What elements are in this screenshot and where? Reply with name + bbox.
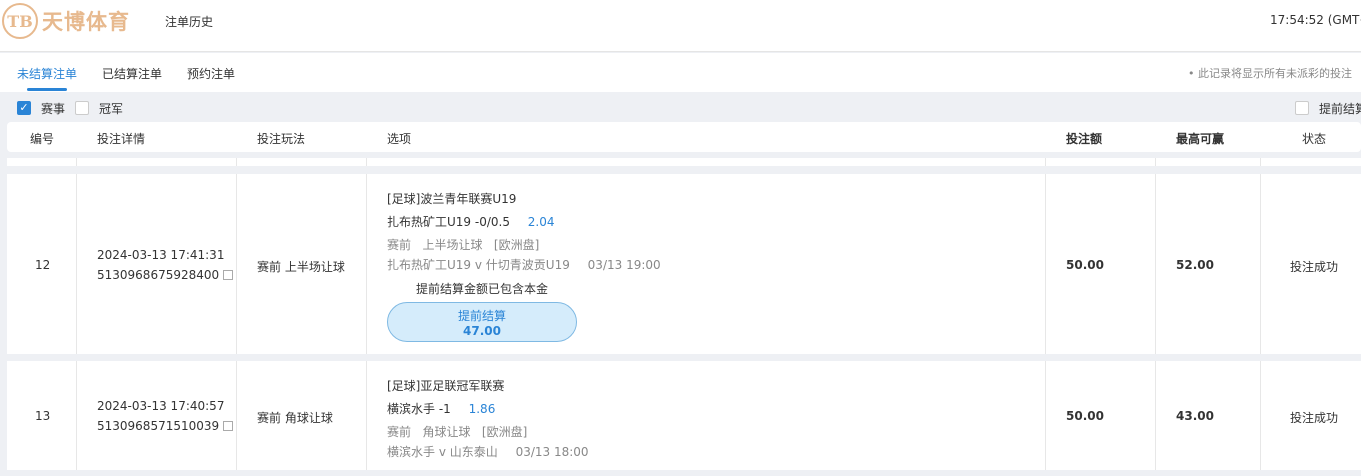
stake: 50.00 bbox=[1066, 258, 1104, 272]
stake: 50.00 bbox=[1066, 409, 1104, 423]
col-detail: 投注详情 bbox=[97, 132, 146, 146]
selection: 横滨水手 -1 1.86 bbox=[387, 400, 495, 417]
cashout-note: 提前结算金额已包含本金 bbox=[416, 282, 549, 296]
league-name: [足球]波兰青年联赛U19 bbox=[387, 192, 517, 206]
selection: 扎布热矿工U19 -0/0.5 2.04 bbox=[387, 213, 555, 230]
league-name: [足球]亚足联冠军联赛 bbox=[387, 379, 505, 393]
market-info: 赛前 角球让球 [欧洲盘] bbox=[387, 425, 528, 439]
table-row: 12 2024-03-13 17:41:31 5130968675928400 … bbox=[7, 174, 1361, 354]
col-no: 编号 bbox=[30, 132, 55, 146]
tab-unsettled[interactable]: 未结算注单 bbox=[17, 65, 77, 82]
table-row: 13 2024-03-13 17:40:57 5130968571510039 … bbox=[7, 361, 1361, 470]
bet-ticket: 5130968675928400 bbox=[97, 267, 234, 282]
match-time: 03/13 19:00 bbox=[587, 258, 661, 272]
selection-text: 横滨水手 -1 bbox=[387, 402, 451, 416]
ticket-id: 5130968571510039 bbox=[97, 419, 220, 433]
bet-ticket: 5130968571510039 bbox=[97, 418, 234, 433]
event-checkbox[interactable]: ✓ bbox=[17, 101, 31, 115]
match-info: 横滨水手 v 山东泰山 03/13 18:00 bbox=[387, 443, 589, 460]
col-status: 状态 bbox=[1302, 132, 1327, 146]
notice-text: • 此记录将显示所有未派彩的投注 bbox=[1188, 67, 1352, 80]
status: 投注成功 bbox=[1290, 411, 1339, 425]
col-option: 选项 bbox=[387, 132, 412, 146]
page-title: 注单历史 bbox=[165, 15, 214, 29]
logo-text: 天博体育 bbox=[42, 10, 130, 34]
tab-reserved[interactable]: 预约注单 bbox=[187, 65, 235, 82]
top-bar: TB 天博体育 注单历史 17:54:52 (GMT+8 bbox=[0, 0, 1361, 52]
tab-bar: 未结算注单 已结算注单 预约注单 • 此记录将显示所有未派彩的投注 bbox=[0, 53, 1361, 92]
clock: 17:54:52 (GMT+8 bbox=[1270, 13, 1361, 27]
match-teams: 横滨水手 v 山东泰山 bbox=[387, 445, 498, 459]
copy-icon[interactable] bbox=[220, 418, 234, 431]
cashout-label: 提前结算 bbox=[457, 309, 506, 323]
status: 投注成功 bbox=[1290, 260, 1339, 274]
bet-number: 13 bbox=[35, 409, 51, 423]
champion-label: 冠军 bbox=[99, 102, 124, 116]
table-row-partial bbox=[7, 158, 1361, 166]
table-header: 编号 投注详情 投注玩法 选项 投注额 最高可赢 状态 bbox=[7, 122, 1361, 152]
logo[interactable]: TB 天博体育 bbox=[2, 3, 130, 39]
tab-settled[interactable]: 已结算注单 bbox=[102, 65, 162, 82]
match-time: 03/13 18:00 bbox=[515, 445, 589, 459]
bet-play: 赛前 角球让球 bbox=[257, 411, 333, 425]
market-info: 赛前 上半场让球 [欧洲盘] bbox=[387, 238, 540, 252]
copy-icon[interactable] bbox=[220, 267, 234, 280]
bet-datetime: 2024-03-13 17:41:31 bbox=[97, 248, 225, 262]
max-win: 52.00 bbox=[1176, 258, 1214, 272]
bet-number: 12 bbox=[35, 258, 51, 272]
match-teams: 扎布热矿工U19 v 什切青波贡U19 bbox=[387, 258, 570, 272]
max-win: 43.00 bbox=[1176, 409, 1214, 423]
logo-mark-icon: TB bbox=[2, 3, 38, 39]
col-play: 投注玩法 bbox=[257, 132, 306, 146]
match-info: 扎布热矿工U19 v 什切青波贡U19 03/13 19:00 bbox=[387, 256, 661, 273]
event-label: 赛事 bbox=[41, 102, 66, 116]
col-stake: 投注额 bbox=[1066, 132, 1103, 146]
champion-checkbox[interactable] bbox=[75, 101, 89, 115]
bet-datetime: 2024-03-13 17:40:57 bbox=[97, 399, 225, 413]
early-settle-checkbox[interactable] bbox=[1295, 101, 1309, 115]
odds: 1.86 bbox=[468, 402, 496, 416]
selection-text: 扎布热矿工U19 -0/0.5 bbox=[387, 215, 510, 229]
cashout-button[interactable]: 提前结算 47.00 bbox=[387, 302, 577, 342]
cashout-amount: 47.00 bbox=[463, 324, 501, 338]
ticket-id: 5130968675928400 bbox=[97, 268, 220, 282]
bet-play: 赛前 上半场让球 bbox=[257, 260, 345, 274]
col-max-win: 最高可赢 bbox=[1176, 132, 1225, 146]
odds: 2.04 bbox=[527, 215, 555, 229]
filter-bar: ✓ 赛事 冠军 提前结算 bbox=[0, 96, 1361, 120]
active-tab-indicator bbox=[27, 88, 67, 91]
early-settle-label: 提前结算 bbox=[1319, 102, 1361, 116]
